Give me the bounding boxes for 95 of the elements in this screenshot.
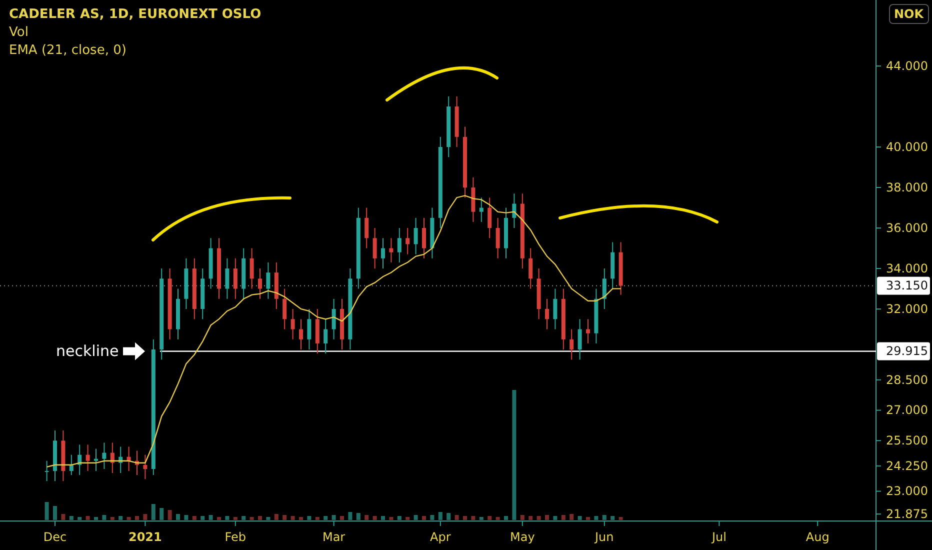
date-axis-label: Mar [322, 530, 346, 544]
candlestick [332, 298, 336, 340]
date-axis-label: 2021 [128, 530, 162, 544]
price-axis-label: 28.500 [886, 372, 928, 387]
candlestick [44, 460, 49, 482]
price-axis-label: 21.875 [886, 507, 928, 522]
candlestick [307, 308, 312, 350]
candlestick [184, 258, 188, 310]
candlestick [118, 446, 123, 474]
candlestick [110, 442, 114, 474]
candlestick [135, 450, 139, 476]
date-axis-label: May [510, 530, 535, 544]
candlestick [94, 448, 98, 472]
date-axis-label: Dec [43, 530, 67, 544]
candlestick [266, 262, 270, 300]
price-axis-label: 27.000 [886, 403, 928, 418]
date-axis-label: Aug [806, 530, 830, 544]
candlestick [53, 430, 57, 482]
candlestick [217, 238, 221, 300]
candlestick [340, 298, 344, 350]
chart-title: CADELER AS, 1D, EURONEXT OSLO [9, 6, 262, 24]
candlestick [168, 268, 172, 340]
price-tag: 29.915 [877, 342, 930, 360]
candlestick [250, 248, 254, 290]
candlestick [192, 258, 196, 320]
candlestick [570, 328, 574, 360]
candlestick [282, 288, 287, 330]
candlestick [446, 96, 451, 158]
date-axis-label: Jul [712, 530, 726, 544]
candlestick [578, 318, 582, 360]
candlestick [102, 442, 106, 470]
price-tag: 33.150 [877, 276, 930, 295]
candlestick [290, 308, 295, 340]
candlestick [430, 207, 434, 259]
candlestick [553, 288, 558, 330]
candlestick [471, 176, 476, 222]
candlestick [176, 288, 180, 340]
price-axis-label: 32.000 [886, 302, 928, 316]
candlestick [225, 258, 230, 300]
candlestick [610, 242, 615, 290]
candlestick [69, 454, 74, 476]
candlestick [561, 288, 566, 350]
price-axis-label: 38.000 [886, 180, 928, 194]
price-axis-label: 23.000 [886, 484, 928, 498]
ref-line-label: 33.150 [886, 278, 928, 293]
price-axis-label: 44.000 [886, 59, 928, 73]
candlestick [479, 197, 484, 222]
ref-line-label: 29.915 [886, 344, 928, 358]
candlestick [364, 207, 369, 249]
candlestick [414, 217, 418, 255]
candlestick [512, 193, 516, 228]
price-axis-label: 34.000 [886, 262, 928, 276]
candlestick [78, 444, 82, 476]
candlestick [397, 228, 402, 263]
candlestick [200, 268, 205, 320]
candlestick [372, 228, 377, 269]
annotation-label: neckline [56, 342, 119, 360]
price-axis-label: 25.500 [886, 434, 928, 448]
candlestick [258, 268, 262, 300]
date-axis-label: Feb [224, 530, 246, 544]
candlestick [422, 217, 426, 259]
date-axis-label: Apr [430, 530, 451, 544]
candlestick [299, 318, 303, 350]
arrow-right-icon [123, 342, 145, 360]
candlestick [528, 248, 533, 290]
candlestick [454, 96, 459, 148]
candlestick [602, 268, 606, 310]
candlestick [618, 242, 623, 296]
candlestick [324, 318, 328, 354]
indicator-label: EMA (21, close, 0) [9, 42, 128, 60]
candlestick [143, 454, 148, 480]
candlestick [274, 262, 278, 310]
price-axis-label: 36.000 [886, 221, 928, 235]
candlestick [242, 248, 246, 300]
candlestick [406, 228, 410, 255]
price-axis-label: 24.250 [886, 458, 928, 473]
candlestick [208, 238, 213, 290]
currency-badge: NOK [889, 4, 929, 24]
candlestick [545, 298, 549, 330]
date-axis-label: Jun [595, 530, 614, 544]
candlestick [496, 217, 500, 259]
candlestick [61, 430, 66, 482]
price-axis-label: 40.000 [886, 140, 928, 154]
indicator-label: Vol [9, 24, 30, 42]
candlestick [504, 207, 508, 259]
candlestick [381, 238, 385, 269]
candlestick [594, 288, 598, 344]
candlestick [126, 446, 131, 472]
candlestick [233, 258, 238, 300]
candlestick [389, 238, 394, 263]
candlestick [86, 444, 90, 472]
candlestick [586, 318, 590, 344]
candlestick [315, 308, 320, 354]
candlestick [536, 268, 541, 320]
candlestick [488, 197, 492, 239]
